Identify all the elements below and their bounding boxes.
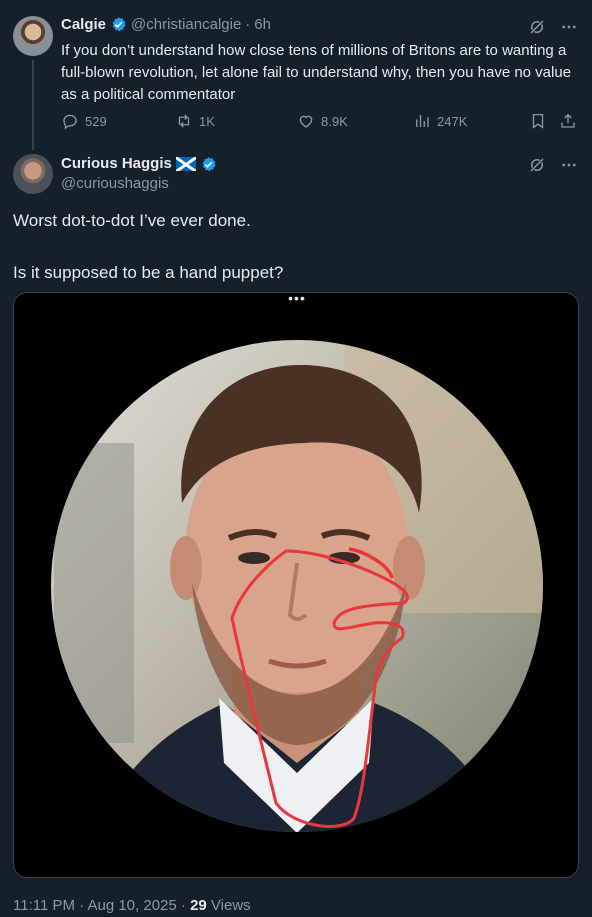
reply-text-line-1: Worst dot-to-dot I’ve ever done. xyxy=(13,211,251,230)
parent-top-icons xyxy=(528,18,578,36)
verified-badge-icon xyxy=(202,156,216,171)
parent-action-bar: 529 1K 8.9K 247K xyxy=(61,112,581,132)
avatar-calgie[interactable] xyxy=(13,16,53,56)
footer-views-count: 29 xyxy=(190,897,207,914)
reply-button[interactable]: 529 xyxy=(61,112,107,130)
footer-views-label: Views xyxy=(206,897,251,914)
more-icon[interactable] xyxy=(560,156,578,174)
repost-icon xyxy=(178,114,190,128)
more-icon[interactable] xyxy=(560,18,578,36)
repost-button[interactable]: 1K xyxy=(175,112,215,130)
scotland-flag-icon xyxy=(175,157,196,171)
like-icon xyxy=(299,115,313,128)
like-count: 8.9K xyxy=(321,113,348,129)
author-name[interactable]: Curious Haggis xyxy=(61,154,172,174)
views-button[interactable]: 247K xyxy=(413,112,467,130)
media-image[interactable]: ••• xyxy=(13,292,579,878)
reply-top-icons xyxy=(528,156,578,174)
share-button[interactable] xyxy=(559,112,577,130)
views-icon xyxy=(416,115,429,127)
thread-connector-line xyxy=(32,60,34,150)
footer-timestamp[interactable]: 11:11 PM · Aug 10, 2025 · xyxy=(13,897,190,914)
reply-text-line-2: Is it supposed to be a hand puppet? xyxy=(13,263,284,282)
reply-count: 529 xyxy=(85,113,107,129)
author-handle[interactable]: @curioushaggis xyxy=(61,174,217,194)
reply-icon xyxy=(63,114,77,130)
profile-photo-annotated xyxy=(51,340,543,832)
like-button[interactable]: 8.9K xyxy=(297,112,348,130)
tweet-footer: 11:11 PM · Aug 10, 2025 · 29 Views xyxy=(13,897,251,914)
reply-tweet-header: Curious Haggis @curioushaggis xyxy=(61,154,217,194)
views-count: 247K xyxy=(437,113,468,129)
tweet-time[interactable]: 6h xyxy=(254,16,271,33)
bookmark-button[interactable] xyxy=(529,112,547,130)
header-separator: · xyxy=(245,16,251,33)
author-name[interactable]: Calgie xyxy=(61,16,106,33)
bookmark-icon xyxy=(532,113,544,129)
share-icon xyxy=(561,113,575,128)
media-more-icon[interactable]: ••• xyxy=(288,293,306,305)
repost-count: 1K xyxy=(199,113,215,129)
avatar-curious-haggis[interactable] xyxy=(13,154,53,194)
grok-icon[interactable] xyxy=(528,18,546,36)
parent-tweet-header: Calgie @christiancalgie · 6h xyxy=(61,16,271,33)
parent-tweet-text: If you don’t understand how close tens o… xyxy=(61,42,572,103)
grok-icon[interactable] xyxy=(528,156,546,174)
verified-badge-icon xyxy=(112,17,126,32)
author-handle[interactable]: @christiancalgie xyxy=(131,16,241,33)
